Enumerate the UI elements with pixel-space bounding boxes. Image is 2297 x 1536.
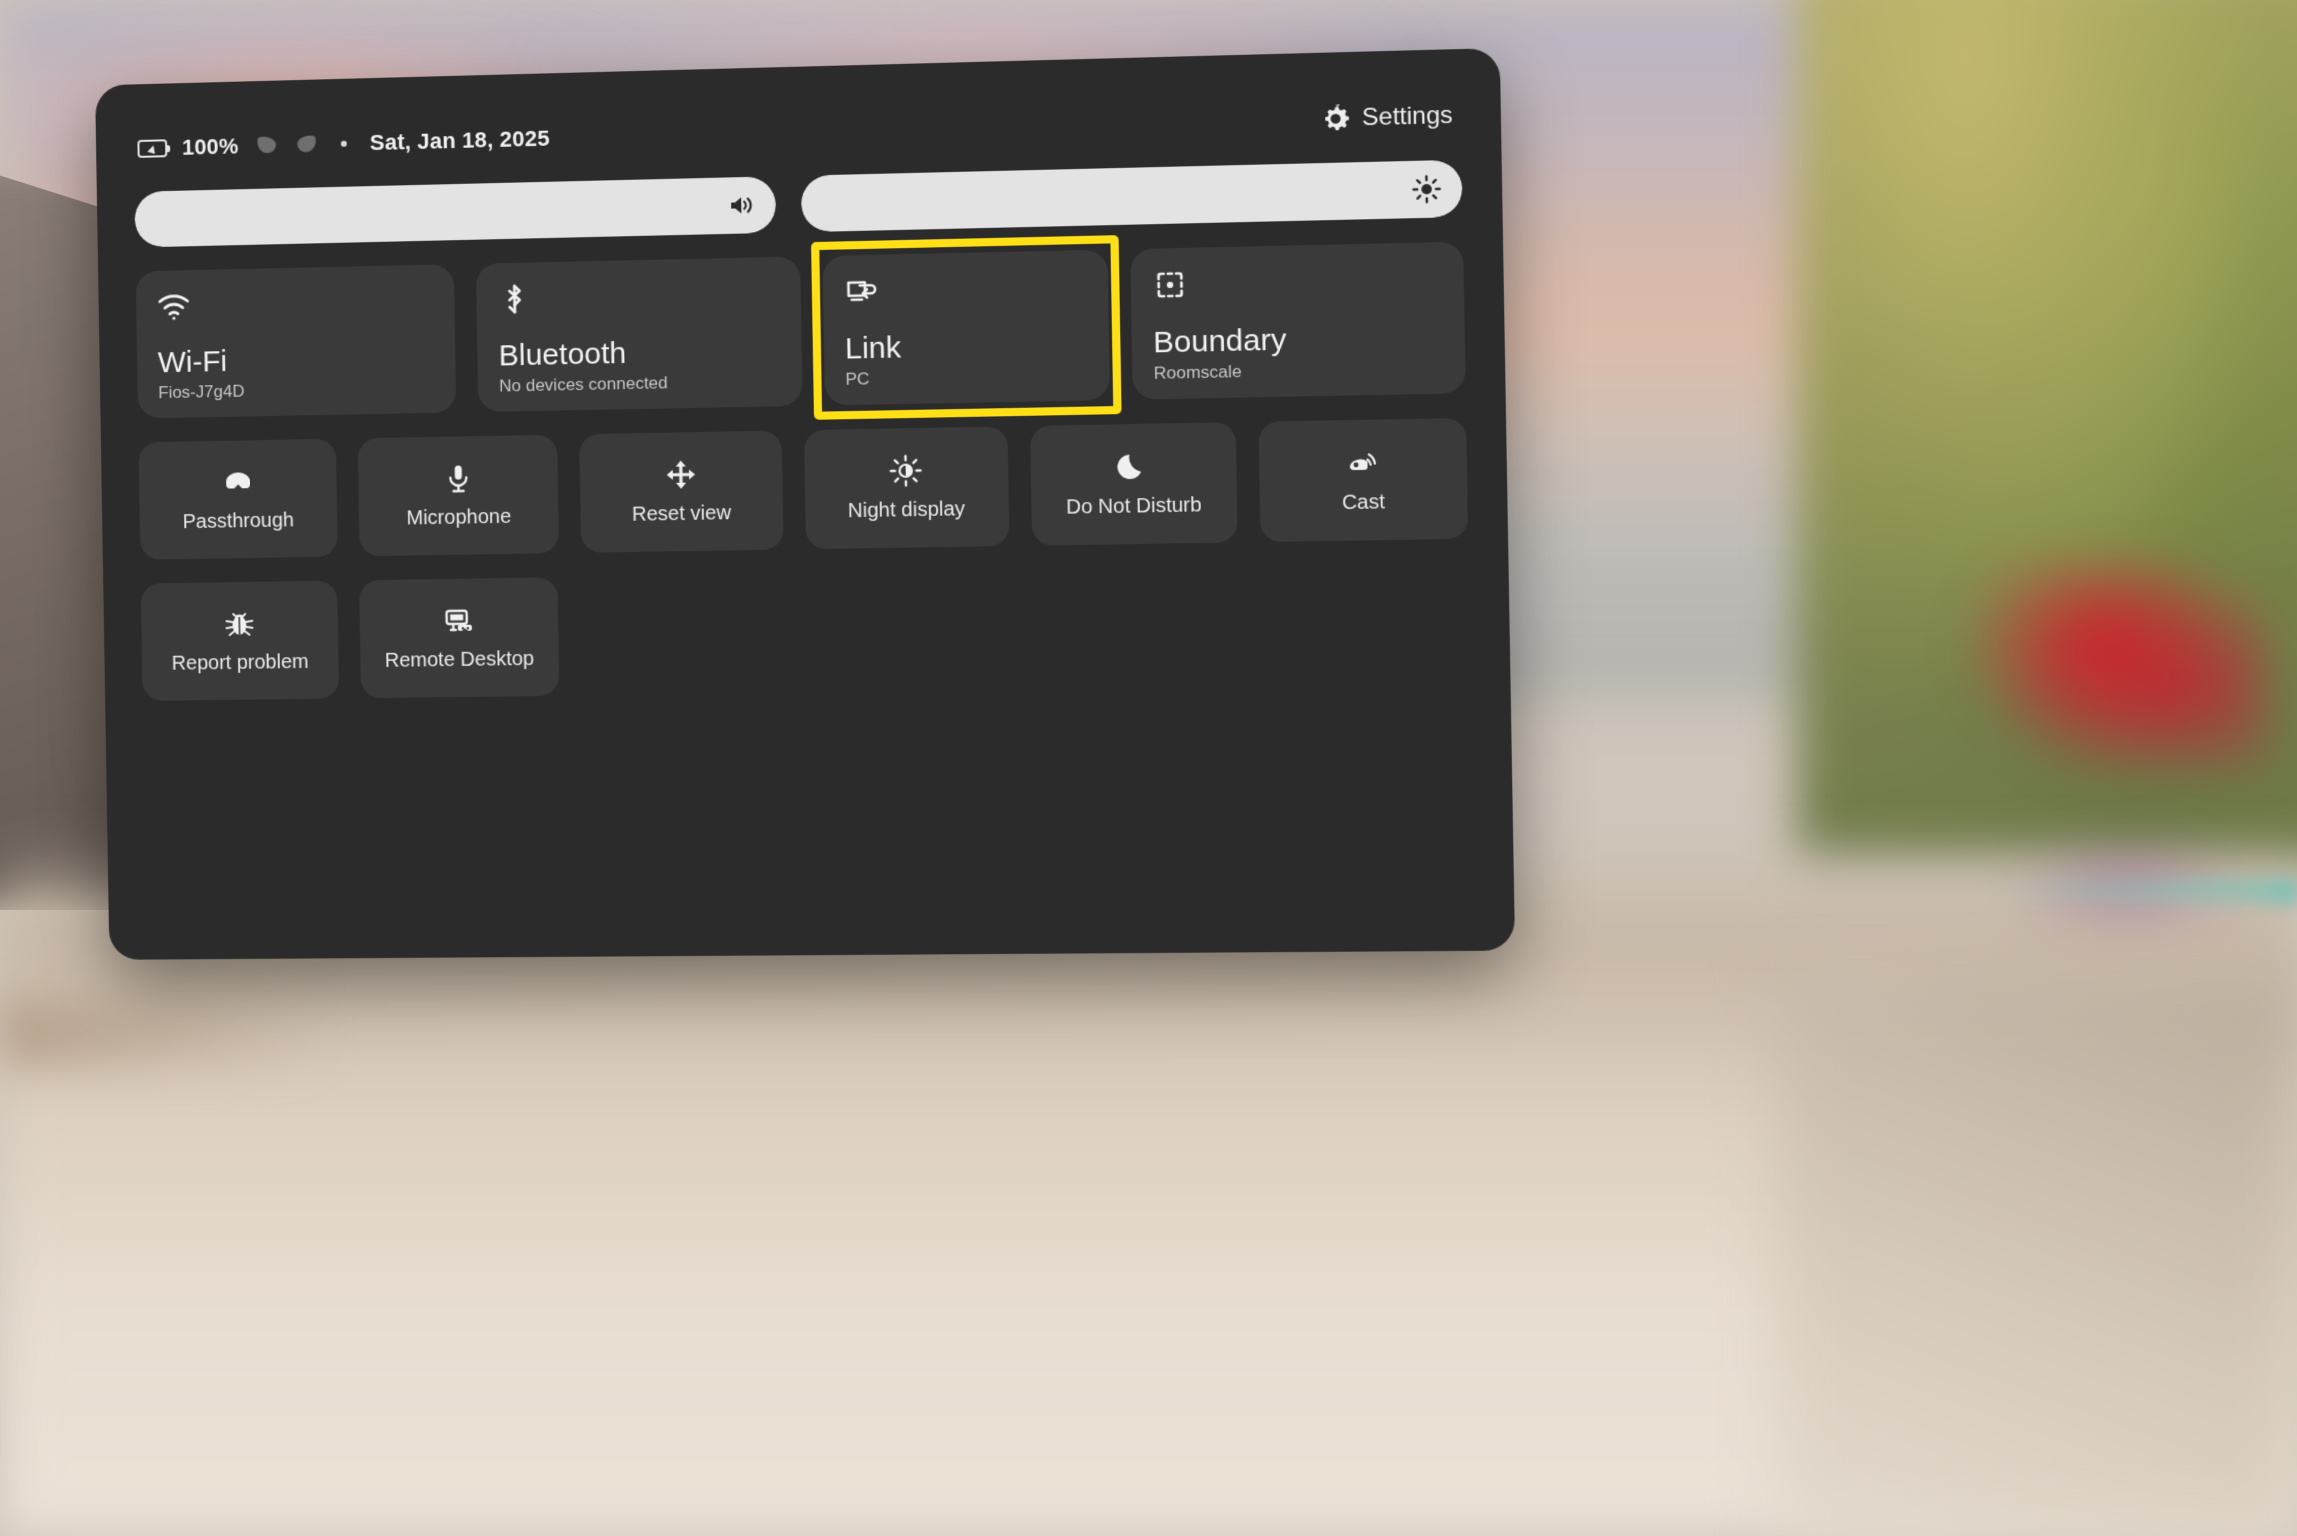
- brightness-slider[interactable]: [800, 159, 1463, 233]
- settings-button[interactable]: Settings: [1321, 102, 1453, 134]
- tile-boundary-subtitle: Roomscale: [1153, 361, 1242, 383]
- battery-percent-label: 100%: [181, 133, 239, 160]
- button-microphone-label: Microphone: [406, 505, 512, 530]
- button-report-problem[interactable]: Report problem: [140, 580, 340, 701]
- red-flowers: [1967, 560, 2267, 770]
- button-microphone[interactable]: Microphone: [357, 434, 560, 557]
- brightness-slider-fill: [800, 159, 1463, 233]
- button-report-problem-label: Report problem: [171, 650, 309, 675]
- actions-row-secondary: Report problem Remote Desktop: [137, 563, 1475, 701]
- volume-slider[interactable]: [134, 176, 777, 248]
- cast-icon: [1346, 446, 1380, 479]
- remote-desktop-icon: [442, 604, 475, 637]
- wall-surface: [1777, 976, 2297, 1536]
- tile-wifi[interactable]: Wi-Fi Fios-J7g4D: [135, 264, 457, 419]
- tile-boundary[interactable]: Boundary Roomscale: [1129, 241, 1466, 400]
- status-separator-dot: [340, 140, 347, 147]
- status-date-label: Sat, Jan 18, 2025: [369, 125, 550, 156]
- quick-settings-panel: 100% Sat, Jan 18, 2025 Settings Wi-Fi Fi…: [95, 47, 1516, 960]
- button-night-display-label: Night display: [847, 497, 966, 522]
- headset-icon: [222, 466, 254, 498]
- tile-bluetooth[interactable]: Bluetooth No devices connected: [476, 256, 803, 413]
- link-tile-highlight-outline: Link PC: [821, 249, 1110, 406]
- bluetooth-icon: [497, 282, 532, 317]
- microphone-icon: [442, 462, 475, 495]
- ground-edge: [0, 996, 330, 1066]
- moon-icon: [1116, 450, 1150, 483]
- link-cast-icon: [844, 274, 879, 309]
- left-controller-icon: [253, 134, 279, 157]
- tile-link[interactable]: Link PC: [821, 249, 1110, 406]
- tile-bluetooth-subtitle: No devices connected: [499, 373, 668, 396]
- battery-charging-icon: [137, 139, 168, 158]
- move-arrows-icon: [664, 458, 697, 491]
- tile-link-subtitle: PC: [845, 369, 870, 389]
- volume-slider-fill: [134, 176, 777, 248]
- button-do-not-disturb[interactable]: Do Not Disturb: [1029, 422, 1238, 546]
- button-passthrough-label: Passthrough: [182, 508, 295, 533]
- button-remote-desktop[interactable]: Remote Desktop: [359, 577, 560, 699]
- brightness-sun-icon: [889, 454, 922, 487]
- button-do-not-disturb-label: Do Not Disturb: [1065, 493, 1202, 519]
- tile-wifi-subtitle: Fios-J7g4D: [158, 381, 245, 403]
- button-night-display[interactable]: Night display: [803, 426, 1010, 550]
- bug-icon: [223, 607, 255, 639]
- tile-boundary-title: Boundary: [1152, 323, 1287, 360]
- tile-link-title: Link: [844, 331, 902, 367]
- boundary-icon: [1152, 267, 1188, 302]
- button-passthrough[interactable]: Passthrough: [138, 438, 338, 560]
- button-cast[interactable]: Cast: [1258, 417, 1469, 543]
- settings-label: Settings: [1361, 101, 1453, 132]
- connectivity-tiles-row: Wi-Fi Fios-J7g4D Bluetooth No devices co…: [132, 241, 1470, 419]
- volume-up-icon: [727, 191, 756, 220]
- right-controller-icon: [294, 133, 320, 156]
- actions-row-primary: Passthrough Microphone Reset view Night …: [134, 417, 1472, 560]
- charging-bolt: [147, 143, 158, 154]
- brightness-sun-icon: [1412, 175, 1442, 204]
- gear-icon: [1321, 104, 1351, 133]
- tile-wifi-title: Wi-Fi: [157, 345, 228, 380]
- wifi-icon: [157, 289, 191, 324]
- tile-bluetooth-title: Bluetooth: [498, 337, 627, 373]
- button-remote-desktop-label: Remote Desktop: [384, 647, 535, 672]
- button-reset-view-label: Reset view: [631, 501, 732, 526]
- button-reset-view[interactable]: Reset view: [579, 430, 784, 553]
- quick-settings-panel-stage: 100% Sat, Jan 18, 2025 Settings Wi-Fi Fi…: [95, 47, 1516, 960]
- status-bar-left-group: 100% Sat, Jan 18, 2025: [137, 126, 550, 162]
- button-cast-label: Cast: [1341, 490, 1386, 514]
